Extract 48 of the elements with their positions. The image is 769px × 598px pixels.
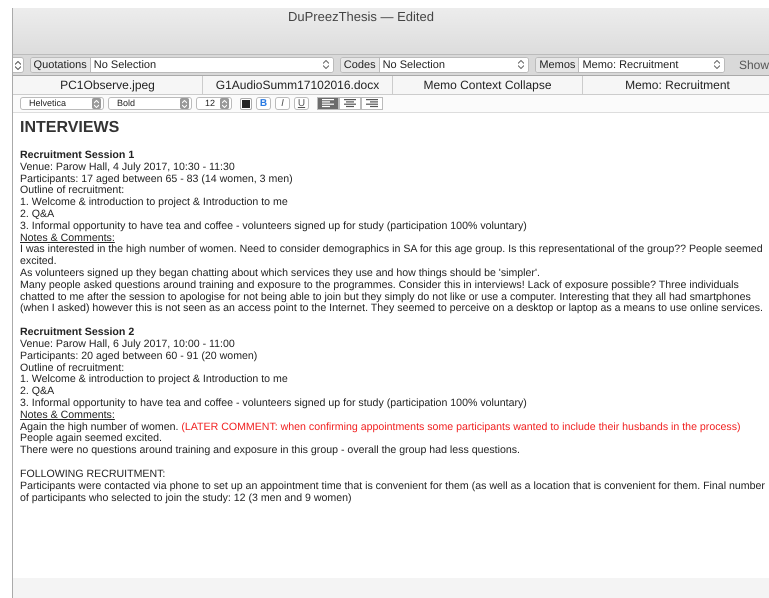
paragraph: I was interested in the high number of women. Need to consider demographics in SA for this age group. Is this representational of the group?? People seemed excited. (20, 244, 764, 268)
paragraph: Outline of recruitment: (20, 362, 126, 374)
paragraph: 2. Q&A (20, 208, 56, 221)
paragraph: FOLLOWING RECRUITMENT: (20, 468, 166, 481)
stepper-icon (94, 100, 99, 108)
paragraph: 1. Welcome & introduction to project & Introduction to me (20, 197, 289, 209)
align-right-button[interactable] (361, 97, 383, 110)
document-heading: INTERVIEWS (20, 118, 120, 138)
paragraph: Outline of recruitment: (20, 185, 126, 197)
filter-label[interactable]: Quotations (30, 58, 91, 72)
filter-label[interactable]: Codes (340, 58, 380, 72)
underline-button[interactable]: U (294, 97, 309, 110)
section-heading: Recruitment Session 2 (20, 327, 136, 339)
align-center-button[interactable] (339, 97, 361, 110)
bold-button[interactable]: B (256, 97, 271, 110)
font-size-combo[interactable]: 12 (196, 97, 232, 110)
stepper-icon (322, 60, 329, 70)
filter-label[interactable]: Memos (536, 58, 580, 72)
window-title: DuPreezThesis — Edited (288, 9, 434, 25)
paragraph: Venue: Parow Hall, 4 July 2017, 10:30 - 11:30 (20, 162, 236, 174)
paragraph: There were no questions around training and exposure in this group - overall the group had less questions. (20, 445, 521, 457)
notes-label: Notes & Comments: (20, 232, 116, 244)
paragraph: Participants were contacted via phone to set up an appointment time that is convenient for them (as well as a location that is convenient for them. Final number of participants who selected to join the study: 12 (3 men and 9 women) (20, 480, 766, 504)
paragraph: As volunteers signed up they began chatting about which services they use and how things should be 'simpler'. (20, 268, 541, 280)
paragraph: 3. Informal opportunity to have tea and coffee - volunteers signed up for study (participation 100% voluntary) (20, 398, 528, 410)
paragraph: Participants: 20 aged between 60 - 91 (20 women) (20, 350, 258, 363)
paragraph: People again seemed excited. (20, 433, 163, 445)
stepper-icon (518, 60, 524, 70)
align-left-button[interactable] (317, 97, 339, 110)
text-color-well[interactable] (240, 98, 252, 110)
paragraph: 2. Q&A (20, 386, 56, 398)
font-style-dropdown[interactable]: Bold (108, 97, 192, 110)
paragraph: 3. Informal opportunity to have tea and coffee - volunteers signed up for study (participation 100% voluntary) (20, 220, 528, 233)
dropdown-stepper[interactable] (13, 57, 24, 73)
font-dropdown[interactable]: Helvetica (20, 97, 104, 110)
paragraph: 1. Welcome & introduction to project & Introduction to me (20, 374, 289, 386)
stepper-icon (714, 60, 720, 70)
notes-label: Notes & Comments: (20, 410, 116, 422)
stepper-icon (182, 100, 187, 108)
stepper-icon (14, 60, 21, 70)
paragraph: Again the high number of women. (LATER COMMENT: when confirming appointments some participants wanted to include their husbands in the process) (20, 422, 742, 433)
show-button[interactable]: Show (738, 56, 769, 74)
paragraph: Participants: 17 aged between 65 - 83 (14 women, 3 men) (20, 174, 294, 185)
section-heading: Recruitment Session 1 (20, 150, 136, 162)
stepper-icon (222, 100, 227, 108)
italic-button[interactable]: I (275, 97, 290, 110)
paragraph: Many people asked questions around training and exposure to the programmes. Consider this in interviews! Lack of exposure possible? Three individuals chatted to me after the session to apologise for not being able to join but they simply do not like or use a computer. Interesting that they all had smartphones (when I asked) however this is not seen as an access point to the Internet. They seemed to perceive on a desktop or laptop as a means to use online services. (20, 280, 764, 316)
paragraph: Venue: Parow Hall, 6 July 2017, 10:00 - 11:00 (20, 338, 236, 351)
